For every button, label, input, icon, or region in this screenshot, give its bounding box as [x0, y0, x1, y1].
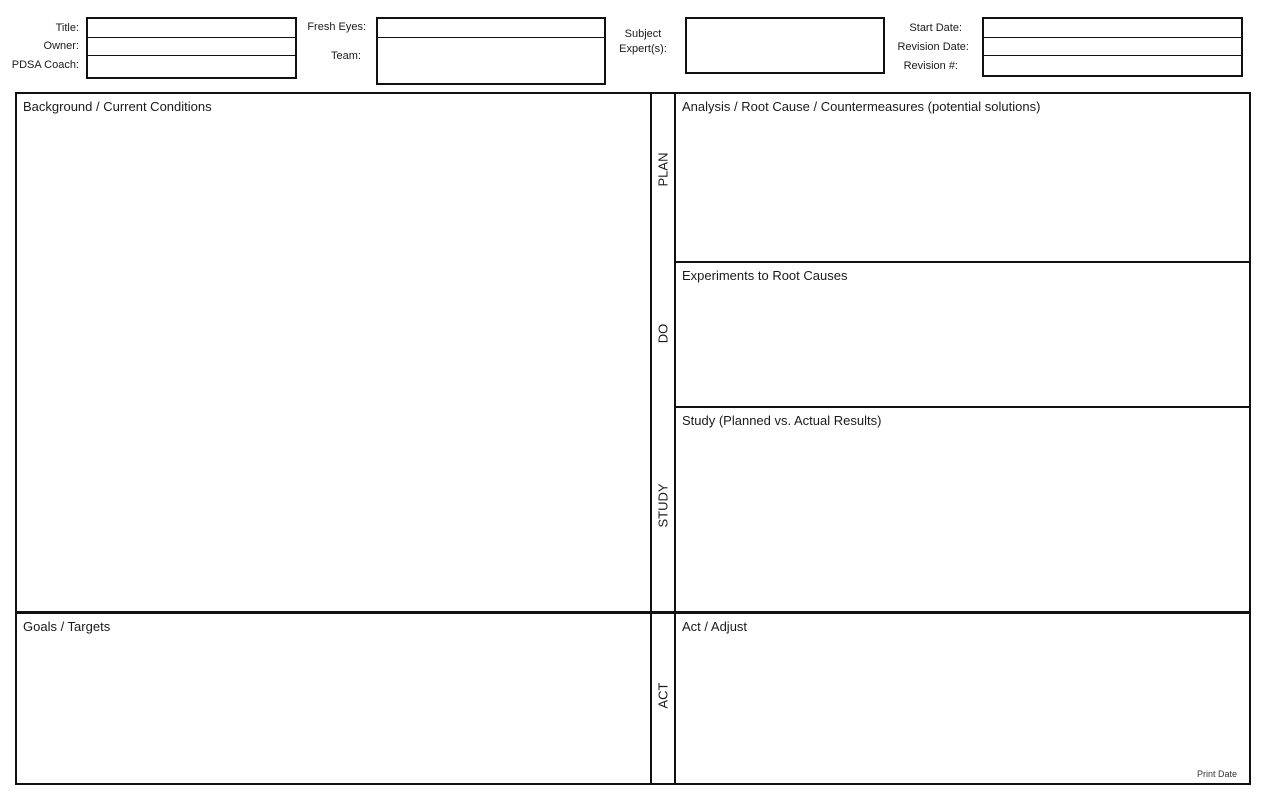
revision-date-label: Revision Date: [897, 41, 969, 53]
divider-left [650, 94, 652, 783]
phase-label-act: ACT [655, 682, 671, 709]
act-section[interactable]: Act / Adjust Print Date [676, 614, 1249, 783]
do-section[interactable]: Experiments to Root Causes [676, 263, 1249, 406]
phase-label-study: STUDY [655, 483, 671, 528]
background-section[interactable]: Background / Current Conditions [17, 94, 650, 611]
study-title: Study (Planned vs. Actual Results) [682, 413, 882, 428]
title-field[interactable] [88, 19, 295, 37]
owner-label: Owner: [43, 40, 79, 52]
goals-section[interactable]: Goals / Targets [17, 614, 650, 783]
background-content[interactable] [23, 120, 644, 605]
act-title: Act / Adjust [682, 619, 748, 634]
pdsa-coach-field[interactable] [88, 56, 295, 77]
fresh-eyes-field[interactable] [378, 19, 604, 37]
subject-expert-field[interactable] [685, 17, 885, 74]
phase-label-plan: PLAN [655, 152, 671, 187]
plan-content[interactable] [682, 120, 1243, 255]
start-date-label: Start Date: [909, 22, 962, 34]
plan-section[interactable]: Analysis / Root Cause / Countermeasures … [676, 94, 1249, 261]
background-title: Background / Current Conditions [23, 99, 212, 114]
phase-label-do: DO [655, 323, 671, 344]
title-label: Title: [55, 22, 79, 34]
fresh-eyes-label: Fresh Eyes: [307, 21, 366, 33]
study-content[interactable] [682, 434, 1243, 605]
revision-date-field[interactable] [984, 38, 1241, 55]
team-field[interactable] [378, 38, 604, 83]
start-date-field[interactable] [984, 19, 1241, 37]
do-title: Experiments to Root Causes [682, 268, 848, 283]
subject-expert-label: Subject Expert(s): [619, 28, 667, 55]
plan-title: Analysis / Root Cause / Countermeasures … [682, 99, 1041, 114]
middle-fields-box [376, 17, 606, 85]
study-section[interactable]: Study (Planned vs. Actual Results) [676, 408, 1249, 611]
pdsa-coach-label: PDSA Coach: [11, 59, 79, 71]
print-date-label: Print Date [1196, 769, 1237, 779]
left-fields-box [86, 17, 297, 79]
goals-title: Goals / Targets [23, 619, 111, 634]
owner-field[interactable] [88, 38, 295, 55]
goals-content[interactable] [23, 640, 644, 777]
team-label: Team: [331, 50, 361, 62]
revision-number-label: Revision #: [903, 60, 958, 72]
revision-number-field[interactable] [984, 56, 1241, 75]
right-fields-box [982, 17, 1243, 77]
do-content[interactable] [682, 289, 1243, 400]
act-content[interactable] [682, 640, 1243, 763]
pdsa-grid: Background / Current Conditions Goals / … [15, 92, 1251, 785]
